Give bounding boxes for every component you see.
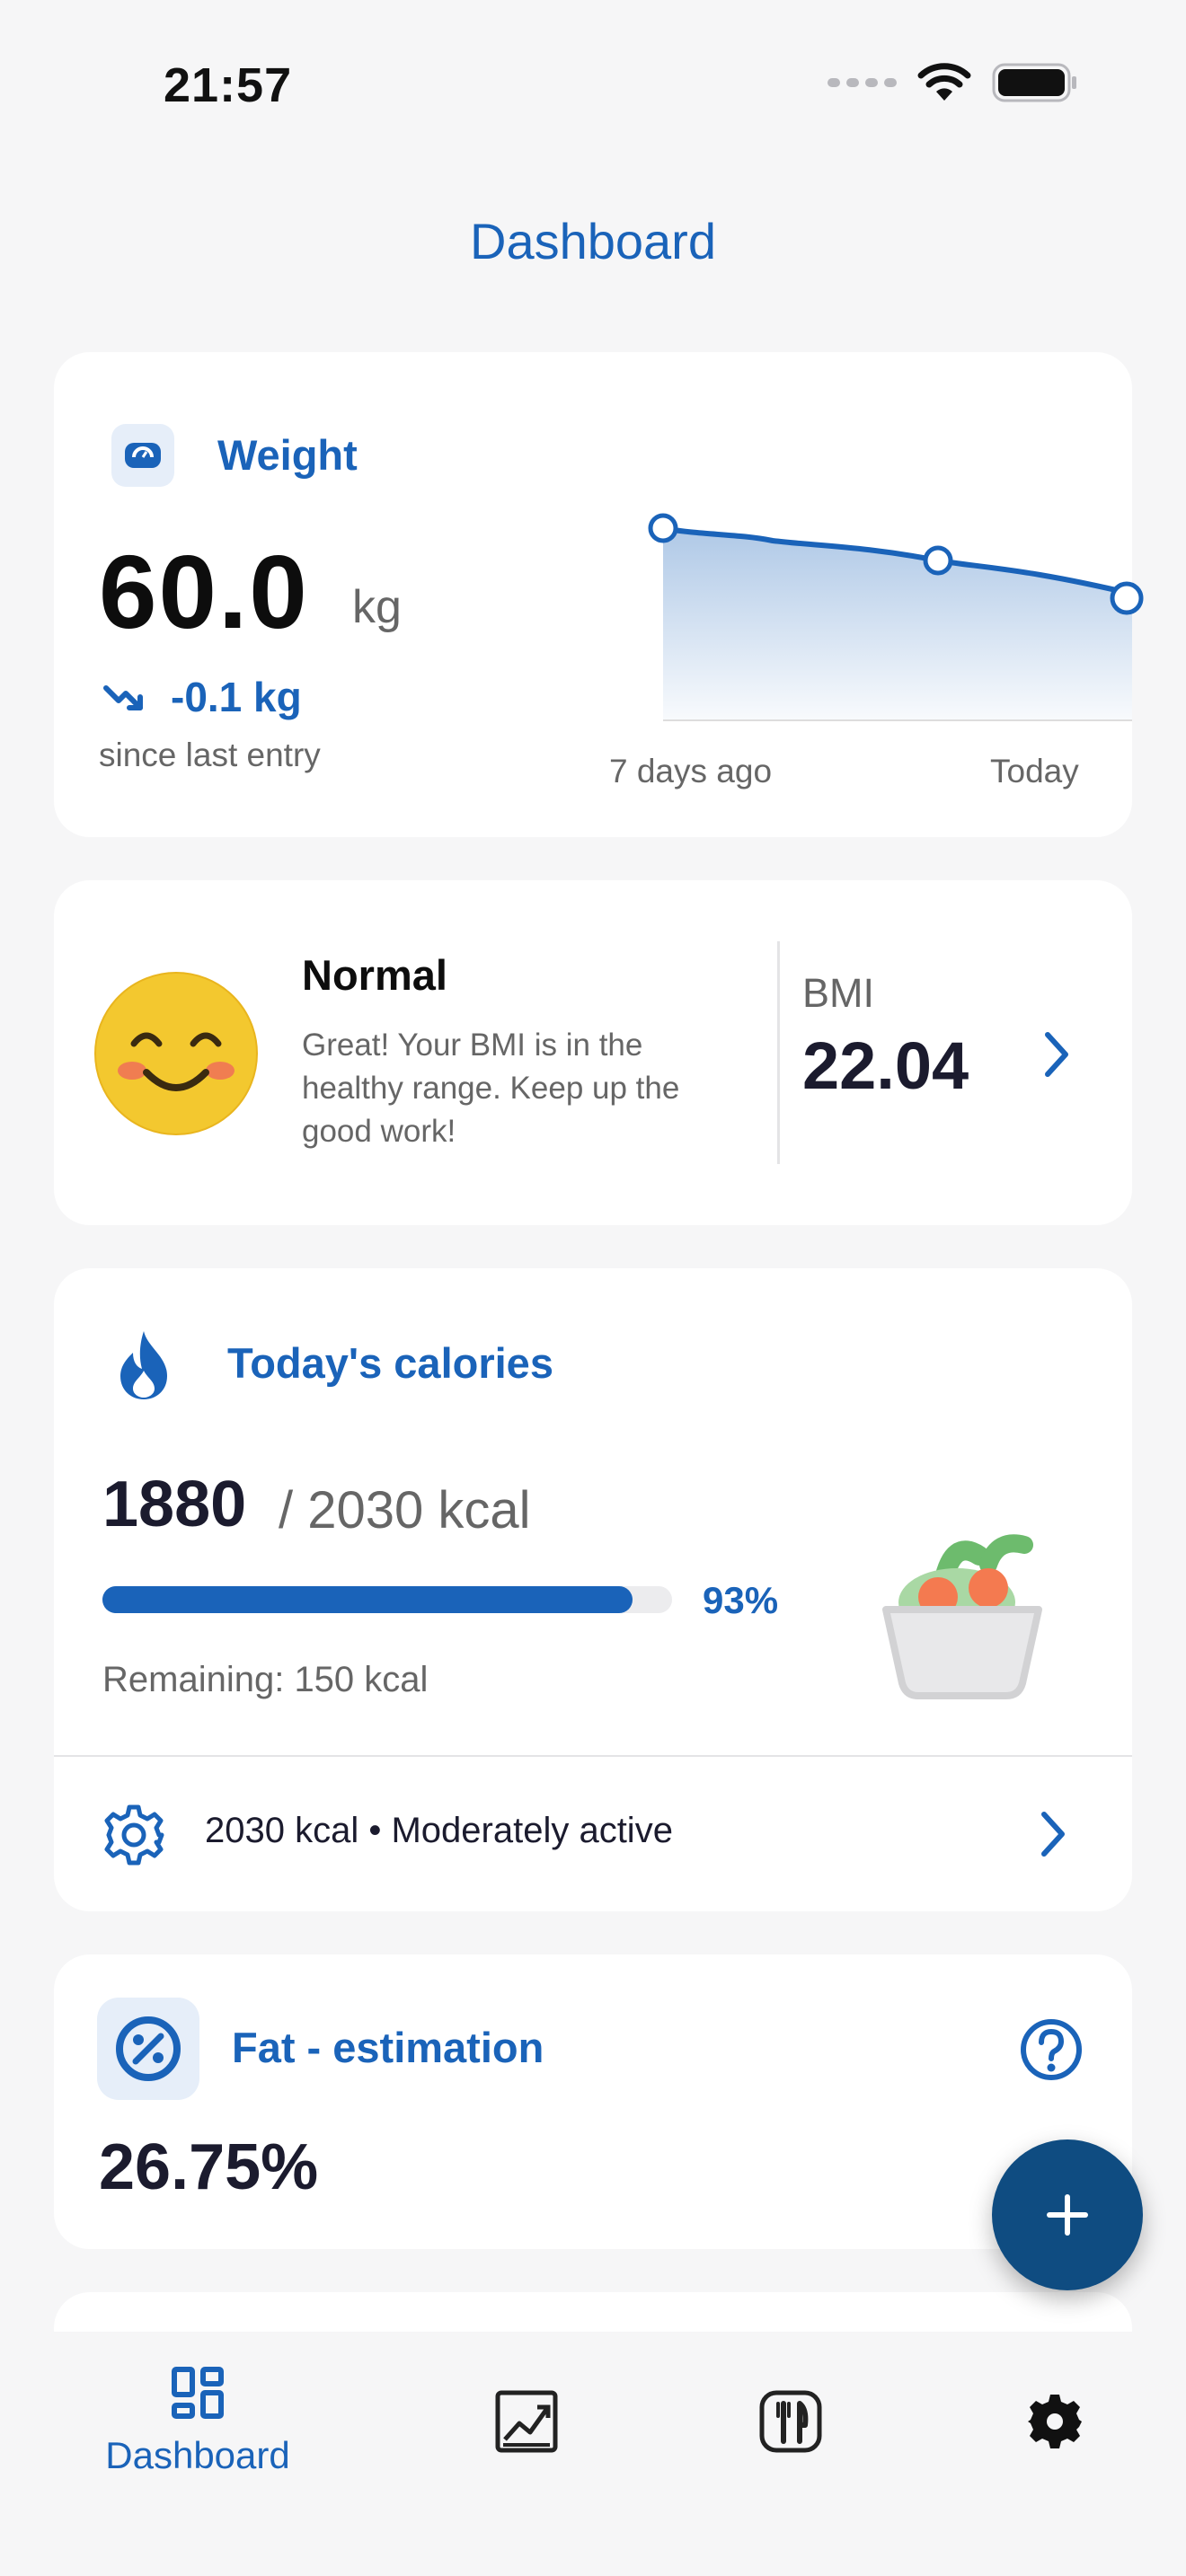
- trend-down-icon: [103, 685, 143, 710]
- battery-icon: [992, 63, 1076, 102]
- add-entry-button[interactable]: [992, 2139, 1143, 2290]
- tab-bar: Dashboard: [0, 2332, 1186, 2576]
- bmi-status: Normal: [302, 951, 447, 999]
- chart-icon: [491, 2386, 562, 2457]
- fat-title: Fat - estimation: [232, 2024, 544, 2071]
- weight-card[interactable]: Weight 60.0 kg -0.1 kg since last entry: [54, 352, 1144, 837]
- scale-icon: [111, 424, 174, 487]
- status-icons: [828, 63, 1078, 102]
- salad-bowl-icon: [882, 1534, 1042, 1699]
- calories-goal: / 2030 kcal: [279, 1481, 531, 1539]
- weight-chart: [593, 496, 1144, 729]
- weight-change-value: -0.1 kg: [171, 674, 302, 720]
- calories-consumed: 1880: [102, 1469, 247, 1540]
- dashboard-screen: 21:57 Dashboard Weight 60.0 kg -0.1 kg s…: [0, 0, 1186, 2576]
- wifi-icon: [917, 63, 971, 101]
- tab-dashboard-label: Dashboard: [105, 2434, 290, 2476]
- gear-outline-icon: [104, 1804, 164, 1866]
- calories-progress-fill: [102, 1586, 633, 1613]
- help-icon[interactable]: [1019, 2017, 1084, 2082]
- bmi-value: 22.04: [802, 1028, 969, 1103]
- weight-value: 60.0: [99, 534, 309, 650]
- bmi-label: BMI: [802, 970, 875, 1016]
- calories-progress-bar: [102, 1586, 672, 1613]
- dashboard-icon: [162, 2357, 234, 2429]
- gear-icon: [1019, 2386, 1091, 2457]
- percent-icon: [97, 1998, 199, 2100]
- calories-remaining: Remaining: 150 kcal: [102, 1660, 429, 1699]
- smiling-face-icon: [94, 972, 258, 1135]
- cutlery-icon: [755, 2386, 827, 2457]
- chevron-right-icon[interactable]: [1040, 1029, 1073, 1080]
- bmi-description: Great! Your BMI is in the healthy range.…: [302, 1028, 680, 1149]
- weight-chart-point: [648, 513, 678, 543]
- weight-chart-area: [663, 528, 1143, 720]
- calorie-goal-row[interactable]: 2030 kcal • Moderately active: [54, 1757, 1132, 1911]
- weight-change: -0.1 kg: [102, 673, 302, 721]
- calories-title: Today's calories: [227, 1339, 553, 1387]
- weight-unit: kg: [352, 581, 402, 633]
- weight-title: Weight: [217, 431, 358, 479]
- fat-card[interactable]: Fat - estimation 26.75%: [54, 1954, 1132, 2249]
- weight-change-caption: since last entry: [99, 737, 321, 773]
- cellular-signal-icon: [828, 78, 897, 87]
- weight-chart-point: [923, 545, 953, 576]
- divider: [777, 941, 780, 1164]
- tab-settings[interactable]: [938, 2350, 1172, 2511]
- tab-dashboard[interactable]: Dashboard: [81, 2350, 314, 2511]
- page-title: Dashboard: [470, 213, 716, 269]
- tab-progress[interactable]: [410, 2350, 643, 2511]
- chart-end-label: Today: [990, 753, 1079, 790]
- status-time: 21:57: [164, 58, 293, 112]
- calories-percent: 93%: [703, 1579, 779, 1621]
- bmi-card[interactable]: Normal Great! Your BMI is in the healthy…: [54, 880, 1132, 1225]
- tab-meals[interactable]: [674, 2350, 907, 2511]
- flame-icon: [120, 1331, 167, 1399]
- calories-card: Today's calories 1880 / 2030 kcal 93% Re…: [54, 1268, 1132, 1911]
- calorie-goal-text: 2030 kcal • Moderately active: [205, 1811, 673, 1850]
- plus-icon: [1047, 2194, 1088, 2236]
- fat-value: 26.75%: [99, 2131, 319, 2203]
- chevron-right-icon: [1041, 1812, 1065, 1857]
- weight-chart-point: [1110, 581, 1144, 615]
- chart-start-label: 7 days ago: [609, 753, 773, 790]
